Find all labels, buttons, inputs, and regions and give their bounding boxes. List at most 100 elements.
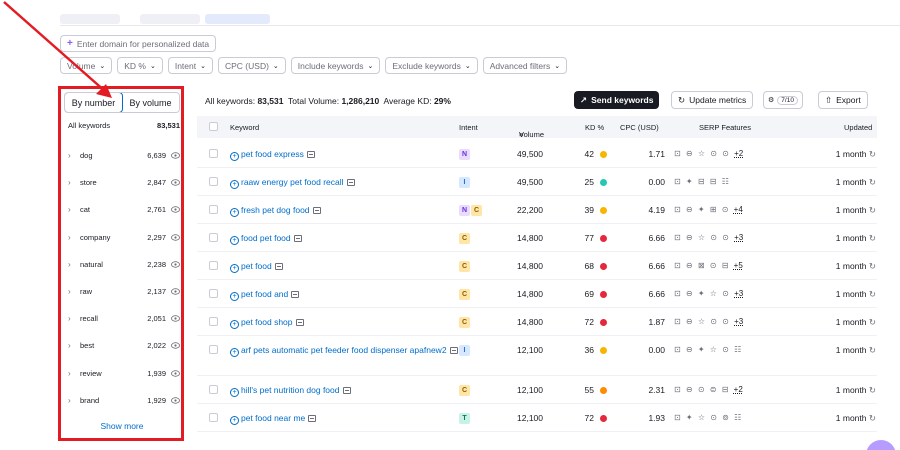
eye-icon[interactable]	[170, 368, 180, 378]
filter-volume[interactable]: Volume ⌄	[60, 57, 113, 74]
serp-snapshot-icon[interactable]	[306, 151, 315, 158]
serp-snapshot-icon[interactable]	[342, 387, 351, 394]
refresh-icon[interactable]: ↻	[869, 345, 876, 355]
eye-icon[interactable]	[170, 287, 180, 297]
group-item-cat[interactable]: › cat 2,761	[68, 196, 180, 223]
serp-snapshot-icon[interactable]	[346, 179, 355, 186]
row-checkbox[interactable]	[209, 233, 218, 242]
refresh-icon[interactable]: ↻	[869, 385, 876, 395]
column-settings-button[interactable]: ⚙ 7/10	[763, 91, 803, 109]
refresh-icon[interactable]: ↻	[869, 205, 876, 215]
group-item-recall[interactable]: › recall 2,051	[68, 305, 180, 332]
filter-advanced[interactable]: Advanced filters ⌄	[482, 57, 568, 74]
export-button[interactable]: ⇧ Export	[818, 91, 868, 109]
filter-intent[interactable]: Intent ⌄	[167, 57, 213, 74]
add-to-list-icon[interactable]: +	[230, 208, 239, 217]
serp-snapshot-icon[interactable]	[449, 347, 458, 354]
header-keyword[interactable]: Keyword	[230, 123, 259, 132]
row-checkbox[interactable]	[209, 413, 218, 422]
group-item-natural[interactable]: › natural 2,238	[68, 251, 180, 278]
keyword-link[interactable]: + hill's pet nutrition dog food	[230, 384, 460, 397]
row-checkbox[interactable]	[209, 385, 218, 394]
header-kd[interactable]: KD %	[585, 123, 604, 132]
refresh-icon[interactable]: ↻	[869, 177, 876, 187]
add-to-list-icon[interactable]: +	[230, 416, 239, 425]
add-to-list-icon[interactable]: +	[230, 292, 239, 301]
serp-more-link[interactable]: +2	[734, 385, 743, 394]
serp-more-link[interactable]: +3	[734, 289, 743, 298]
keyword-link[interactable]: + pet food near me	[230, 412, 460, 425]
refresh-icon[interactable]: ↻	[869, 289, 876, 299]
eye-icon[interactable]	[170, 151, 180, 161]
group-item-store[interactable]: › store 2,847	[68, 169, 180, 196]
row-checkbox[interactable]	[209, 289, 218, 298]
refresh-icon[interactable]: ↻	[869, 317, 876, 327]
eye-icon[interactable]	[170, 178, 180, 188]
group-item-best[interactable]: › best 2,022	[68, 332, 180, 359]
add-to-list-icon[interactable]: +	[230, 264, 239, 273]
add-to-list-icon[interactable]: +	[230, 320, 239, 329]
row-checkbox[interactable]	[209, 149, 218, 158]
refresh-icon[interactable]: ↻	[869, 149, 876, 159]
row-checkbox[interactable]	[209, 261, 218, 270]
refresh-icon[interactable]: ↻	[869, 233, 876, 243]
serp-snapshot-icon[interactable]	[291, 291, 300, 298]
serp-more-link[interactable]: +3	[734, 317, 743, 326]
send-keywords-button[interactable]: ↗ Send keywords	[574, 91, 660, 109]
keyword-link[interactable]: + pet food shop	[230, 316, 460, 329]
add-to-list-icon[interactable]: +	[230, 348, 239, 357]
header-intent[interactable]: Intent	[459, 123, 478, 132]
select-all-checkbox[interactable]	[209, 122, 218, 131]
serp-more-link[interactable]: +5	[734, 261, 743, 270]
row-checkbox[interactable]	[209, 317, 218, 326]
refresh-icon[interactable]: ↻	[869, 261, 876, 271]
refresh-icon[interactable]: ↻	[869, 413, 876, 423]
keyword-link[interactable]: + arf pets automatic pet feeder food disp…	[230, 344, 460, 357]
group-item-raw[interactable]: › raw 2,137	[68, 278, 180, 305]
group-item-review[interactable]: › review 1,939	[68, 360, 180, 387]
personalized-domain-button[interactable]: + Enter domain for personalized data	[60, 35, 217, 52]
add-to-list-icon[interactable]: +	[230, 180, 239, 189]
add-to-list-icon[interactable]: +	[230, 388, 239, 397]
serp-snapshot-icon[interactable]	[274, 263, 283, 270]
header-serp-features[interactable]: SERP Features	[699, 123, 751, 132]
serp-more-link[interactable]: +3	[734, 233, 743, 242]
group-item-dog[interactable]: › dog 6,639	[68, 142, 180, 169]
add-to-list-icon[interactable]: +	[230, 236, 239, 245]
eye-icon[interactable]	[170, 232, 180, 242]
show-more-link[interactable]: Show more	[60, 421, 184, 431]
keyword-link[interactable]: + fresh pet dog food	[230, 204, 460, 217]
keyword-link[interactable]: + raaw energy pet food recall	[230, 176, 460, 189]
add-to-list-icon[interactable]: +	[230, 152, 239, 161]
eye-icon[interactable]	[170, 314, 180, 324]
row-checkbox[interactable]	[209, 177, 218, 186]
group-item-company[interactable]: › company 2,297	[68, 224, 180, 251]
all-keywords-row[interactable]: All keywords 83,531	[68, 121, 180, 130]
eye-icon[interactable]	[170, 395, 180, 405]
header-updated[interactable]: Updated	[844, 123, 872, 132]
serp-snapshot-icon[interactable]	[312, 207, 321, 214]
serp-snapshot-icon[interactable]	[308, 415, 317, 422]
by-volume-option[interactable]: By volume	[122, 93, 179, 112]
keyword-link[interactable]: + pet food express	[230, 148, 460, 161]
filter-kd[interactable]: KD % ⌄	[117, 57, 163, 74]
eye-icon[interactable]	[170, 205, 180, 215]
row-checkbox[interactable]	[209, 205, 218, 214]
eye-icon[interactable]	[170, 259, 180, 269]
filter-exclude-keywords[interactable]: Exclude keywords ⌄	[385, 57, 478, 74]
row-checkbox[interactable]	[209, 345, 218, 354]
update-metrics-button[interactable]: ↻ Update metrics	[671, 91, 754, 109]
filter-cpc[interactable]: CPC (USD) ⌄	[218, 57, 286, 74]
header-cpc[interactable]: CPC (USD)	[620, 123, 659, 132]
eye-icon[interactable]	[170, 341, 180, 351]
serp-snapshot-icon[interactable]	[295, 319, 304, 326]
by-number-option[interactable]: By number	[65, 93, 123, 112]
keyword-link[interactable]: + pet food	[230, 260, 460, 273]
serp-snapshot-icon[interactable]	[293, 235, 302, 242]
keyword-link[interactable]: + food pet food	[230, 232, 460, 245]
serp-more-link[interactable]: +4	[734, 205, 743, 214]
keyword-link[interactable]: + pet food and	[230, 288, 460, 301]
filter-include-keywords[interactable]: Include keywords ⌄	[290, 57, 381, 74]
chat-launcher[interactable]	[866, 440, 896, 450]
group-item-brand[interactable]: › brand 1,929	[68, 387, 180, 414]
